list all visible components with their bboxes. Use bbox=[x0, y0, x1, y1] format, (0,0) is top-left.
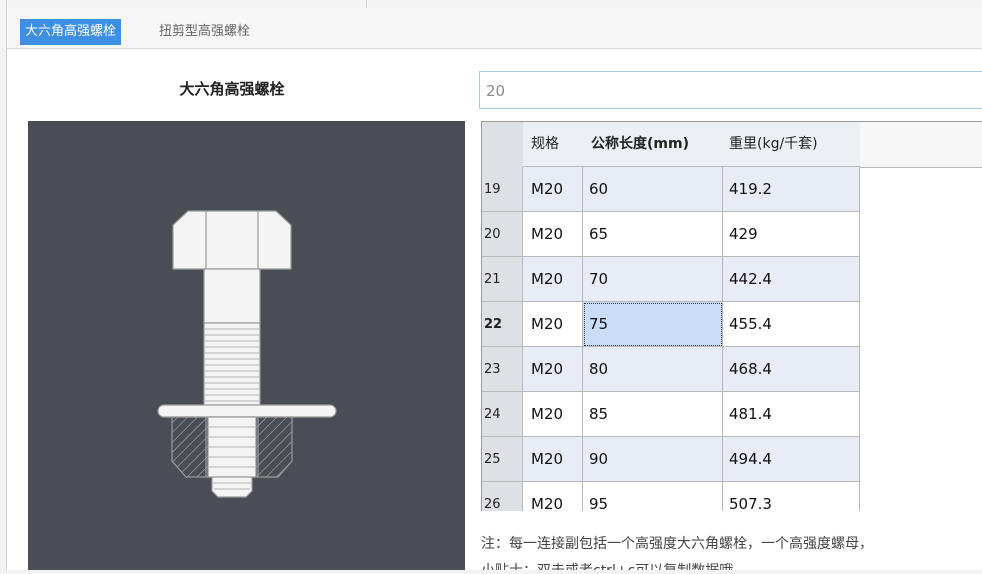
cell-weight[interactable]: 494.4 bbox=[723, 437, 860, 482]
table-row[interactable]: 20 M20 65 429 bbox=[482, 212, 860, 257]
table-row[interactable]: 21 M20 70 442.4 bbox=[482, 257, 860, 302]
cell-spec[interactable]: M20 bbox=[523, 167, 583, 212]
cell-weight[interactable]: 419.2 bbox=[723, 167, 860, 212]
search-input[interactable]: 20 bbox=[479, 71, 982, 109]
table-row[interactable]: 22 M20 75 455.4 bbox=[482, 302, 860, 347]
cell-length[interactable]: 60 bbox=[583, 167, 723, 212]
header-spec[interactable]: 规格 bbox=[523, 122, 583, 167]
data-grid: 规格 公称长度(mm) 重里(kg/千套) 19 M20 60 419.2 20… bbox=[481, 121, 982, 570]
cell-spec[interactable]: M20 bbox=[523, 302, 583, 347]
cell-spec[interactable]: M20 bbox=[523, 392, 583, 437]
row-number: 22 bbox=[482, 302, 523, 347]
table-row[interactable]: 25 M20 90 494.4 bbox=[482, 437, 860, 482]
product-title: 大六角高强螺栓 bbox=[179, 80, 285, 98]
cell-length[interactable]: 85 bbox=[583, 392, 723, 437]
cell-spec[interactable]: M20 bbox=[523, 257, 583, 302]
top-strip bbox=[0, 0, 982, 8]
cell-length[interactable]: 70 bbox=[583, 257, 723, 302]
grid-corner bbox=[482, 122, 523, 168]
cell-spec[interactable]: M20 bbox=[523, 347, 583, 392]
cell-weight[interactable]: 507.3 bbox=[723, 482, 860, 511]
header-weight[interactable]: 重里(kg/千套) bbox=[723, 122, 860, 167]
row-number: 26 bbox=[482, 482, 523, 511]
cell-weight[interactable]: 481.4 bbox=[723, 392, 860, 437]
tab-hex-bolt[interactable]: 大六角高强螺栓 bbox=[20, 19, 122, 45]
row-number: 24 bbox=[482, 392, 523, 437]
cell-weight[interactable]: 429 bbox=[723, 212, 860, 257]
row-number: 25 bbox=[482, 437, 523, 482]
cell-length[interactable]: 80 bbox=[583, 347, 723, 392]
row-number: 23 bbox=[482, 347, 523, 392]
table-row[interactable]: 26 M20 95 507.3 bbox=[482, 482, 860, 511]
top-divider bbox=[366, 0, 367, 8]
product-image bbox=[28, 121, 465, 570]
table-row[interactable]: 19 M20 60 419.2 bbox=[482, 167, 860, 212]
table-row[interactable]: 23 M20 80 468.4 bbox=[482, 347, 860, 392]
main-content: 大六角高强螺栓 20 规格 公称长度(mm) 重里(kg/千套) 19 M20 … bbox=[7, 49, 982, 570]
cell-length[interactable]: 95 bbox=[583, 482, 723, 511]
cell-length-selected[interactable]: 75 bbox=[583, 302, 723, 347]
bolt-icon bbox=[157, 210, 337, 498]
tip-text: 小贴士：双击或者ctrl+c可以复制数据哦 bbox=[481, 558, 982, 570]
row-number: 19 bbox=[482, 167, 523, 212]
cell-weight[interactable]: 455.4 bbox=[723, 302, 860, 347]
row-number: 20 bbox=[482, 212, 523, 257]
cell-weight[interactable]: 468.4 bbox=[723, 347, 860, 392]
tab-torsion-shear-bolt[interactable]: 扭剪型高强螺栓 bbox=[154, 19, 255, 45]
header-length[interactable]: 公称长度(mm) bbox=[583, 122, 723, 167]
cell-length[interactable]: 90 bbox=[583, 437, 723, 482]
tab-bar: 大六角高强螺栓 扭剪型高强螺栓 bbox=[7, 8, 982, 49]
cell-spec[interactable]: M20 bbox=[523, 212, 583, 257]
header-empty bbox=[860, 122, 982, 168]
note-text: 注：每一连接副包括一个高强度大六角螺栓，一个高强度螺母， bbox=[481, 536, 873, 552]
table-row[interactable]: 24 M20 85 481.4 bbox=[482, 392, 860, 437]
cell-weight[interactable]: 442.4 bbox=[723, 257, 860, 302]
row-number: 21 bbox=[482, 257, 523, 302]
cell-length[interactable]: 65 bbox=[583, 212, 723, 257]
cell-spec[interactable]: M20 bbox=[523, 437, 583, 482]
cell-spec[interactable]: M20 bbox=[523, 482, 583, 511]
